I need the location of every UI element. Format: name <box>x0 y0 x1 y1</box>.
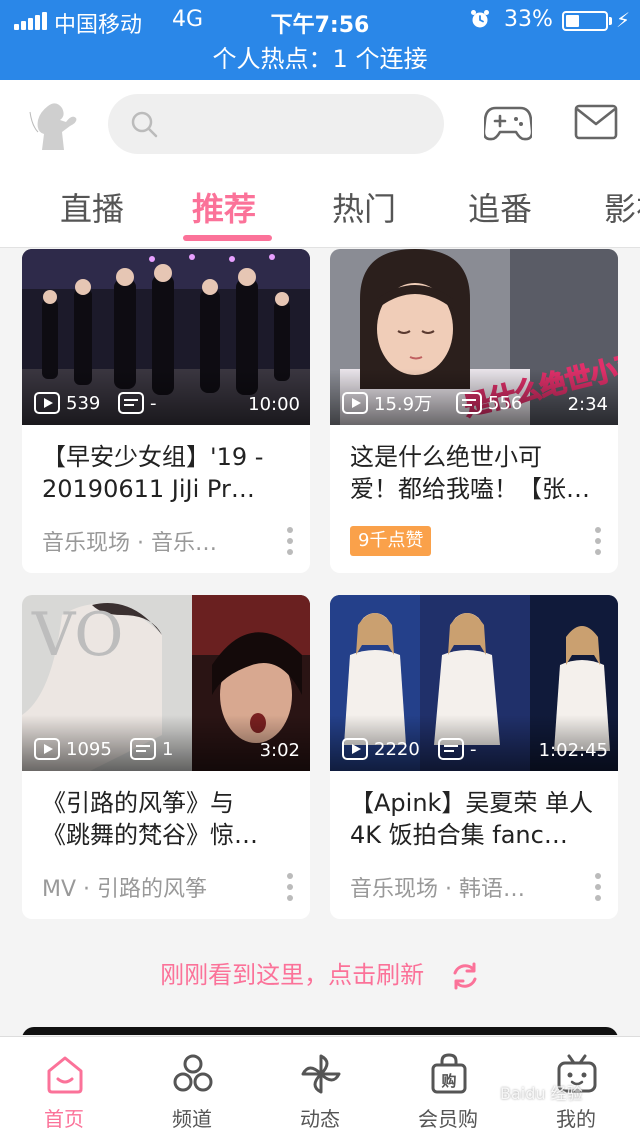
refresh-prompt[interactable]: 刚刚看到这里，点击刷新 <box>0 955 640 991</box>
play-count-icon <box>342 392 368 414</box>
alarm-icon <box>471 10 489 28</box>
video-thumbnail[interactable]: 539 - 10:00 <box>22 249 310 425</box>
svg-text:购: 购 <box>441 1072 456 1090</box>
play-count-icon <box>342 738 368 760</box>
danmaku-count: 556 <box>456 391 522 415</box>
next-video-card[interactable] <box>22 1027 618 1035</box>
play-count-icon <box>34 392 60 414</box>
pinwheel-icon <box>301 1054 341 1094</box>
category-tabs: 直播 推荐 热门 追番 影视 <box>0 176 640 248</box>
tab-recommended[interactable]: 推荐 <box>192 184 256 230</box>
nav-dynamic[interactable]: 动态 <box>256 1037 384 1136</box>
play-count-icon <box>34 738 60 760</box>
charging-icon: ⚡ <box>616 8 631 32</box>
play-count: 539 <box>34 391 100 415</box>
more-options-icon[interactable] <box>286 527 294 555</box>
battery-icon <box>562 11 608 31</box>
channel-icon <box>173 1054 213 1092</box>
video-card[interactable]: VO 1095 1 3:02 《引路的风筝》与 《跳舞的梵谷》惊… MV · 引路… <box>22 595 310 919</box>
more-options-icon[interactable] <box>594 527 602 555</box>
home-icon <box>47 1056 83 1094</box>
video-thumbnail[interactable]: 是什么绝世小可爱!! 15.9万 556 2:34 <box>330 249 618 425</box>
video-thumbnail[interactable]: VO 1095 1 3:02 <box>22 595 310 771</box>
battery-percent: 33% <box>504 7 553 32</box>
more-options-icon[interactable] <box>286 873 294 901</box>
tab-popular[interactable]: 热门 <box>332 184 396 230</box>
hotspot-banner[interactable]: 个人热点：1 个连接 <box>0 40 640 80</box>
danmaku-icon <box>130 738 156 760</box>
danmaku-icon <box>456 392 482 414</box>
svg-text:VO: VO <box>31 600 123 670</box>
video-duration: 2:34 <box>567 394 608 415</box>
video-duration: 10:00 <box>248 394 300 415</box>
game-center-icon[interactable] <box>484 102 532 142</box>
video-title[interactable]: 【早安少女组】'19 -20190611 JiJi Pr… <box>42 441 292 505</box>
play-count: 15.9万 <box>342 391 432 415</box>
nav-shop[interactable]: 购 会员购 <box>384 1037 512 1136</box>
danmaku-count: - <box>118 391 157 415</box>
search-icon <box>131 111 158 138</box>
video-title[interactable]: 这是什么绝世小可 爱！都给我嗑！【张… <box>350 441 600 505</box>
avatar[interactable] <box>22 94 84 156</box>
video-card[interactable]: 2220 - 1:02:45 【Apink】吴夏荣 单人 4K 饭拍合集 fanc… <box>330 595 618 919</box>
danmaku-icon <box>438 738 464 760</box>
video-card[interactable]: 539 - 10:00 【早安少女组】'19 -20190611 JiJi Pr… <box>22 249 310 573</box>
video-card[interactable]: 是什么绝世小可爱!! 15.9万 556 2:34 这是什么绝世小可爱！都给我嗑… <box>330 249 618 573</box>
video-thumbnail[interactable]: 2220 - 1:02:45 <box>330 595 618 771</box>
battery-tip <box>609 17 612 25</box>
refresh-text: 刚刚看到这里，点击刷新 <box>160 961 425 989</box>
video-duration: 1:02:45 <box>538 740 608 761</box>
mail-icon[interactable] <box>574 104 618 140</box>
nav-home[interactable]: 首页 <box>0 1037 128 1136</box>
video-title[interactable]: 【Apink】吴夏荣 单人 4K 饭拍合集 fanc… <box>350 787 600 851</box>
video-category: 音乐现场 · 音乐… <box>42 531 217 556</box>
active-tab-indicator <box>183 235 272 241</box>
video-feed[interactable]: 539 - 10:00 【早安少女组】'19 -20190611 JiJi Pr… <box>0 249 640 1035</box>
video-title[interactable]: 《引路的风筝》与 《跳舞的梵谷》惊… <box>42 787 292 851</box>
search-input[interactable] <box>108 94 444 154</box>
danmaku-count: 1 <box>130 737 173 761</box>
danmaku-icon <box>118 392 144 414</box>
video-category: 音乐现场 · 韩语… <box>350 877 525 902</box>
more-options-icon[interactable] <box>594 873 602 901</box>
play-count: 2220 <box>342 737 420 761</box>
tab-live[interactable]: 直播 <box>60 184 124 230</box>
play-count: 1095 <box>34 737 112 761</box>
tab-movies[interactable]: 影视 <box>604 184 640 230</box>
watermark: Baidu 经验 <box>500 1084 583 1103</box>
video-category: MV · 引路的风筝 <box>42 877 208 902</box>
danmaku-count: - <box>438 737 477 761</box>
likes-badge: 9千点赞 <box>350 526 432 556</box>
status-bar: 中国移动 4G 下午7:56 33% ⚡ 个人热点：1 个连接 <box>0 0 640 80</box>
video-duration: 3:02 <box>259 740 300 761</box>
refresh-icon <box>453 962 477 990</box>
shopping-bag-icon: 购 <box>431 1053 467 1094</box>
tab-anime[interactable]: 追番 <box>468 184 532 230</box>
nav-channel[interactable]: 频道 <box>128 1037 256 1136</box>
app-header: 直播 推荐 热门 追番 影视 <box>0 80 640 248</box>
